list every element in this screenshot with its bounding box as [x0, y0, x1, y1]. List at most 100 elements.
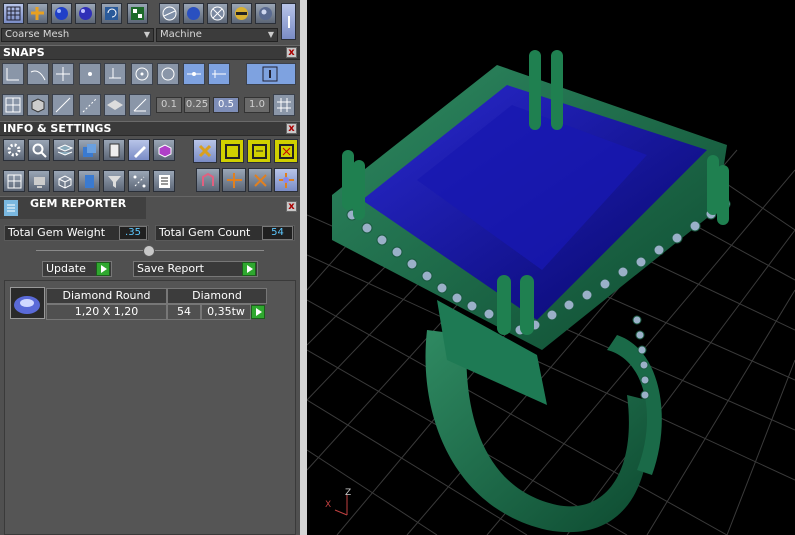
close-icon[interactable]: x — [286, 201, 297, 212]
book-button[interactable] — [78, 170, 100, 192]
material-button[interactable] — [153, 139, 175, 161]
snap-intersect-button[interactable] — [52, 63, 74, 85]
tool-a-button[interactable] — [193, 139, 217, 163]
cube-icon — [31, 98, 45, 113]
snap-center-button[interactable] — [131, 63, 153, 85]
tool-g-button[interactable] — [248, 168, 272, 192]
grid-settings-button[interactable] — [273, 94, 295, 116]
measure-angle-button[interactable] — [129, 94, 151, 116]
sphere-purple-button[interactable] — [75, 3, 96, 24]
info-settings-header[interactable]: INFO & SETTINGS x — [0, 121, 300, 136]
layout-button[interactable] — [127, 3, 148, 24]
frame-arrow-icon — [252, 144, 267, 159]
snap-step-3[interactable]: 1.0 — [244, 97, 270, 113]
snap-step-0[interactable]: 0.1 — [156, 97, 182, 113]
grid-mesh-button[interactable] — [3, 3, 24, 24]
measure-plane-button[interactable] — [104, 94, 126, 116]
gem-reporter-header[interactable]: GEM REPORTER x — [0, 196, 300, 219]
plane-icon — [107, 100, 123, 110]
render-sphere-button[interactable] — [255, 3, 276, 24]
save-report-go-icon[interactable] — [242, 262, 256, 276]
total-gem-count-value: 54 — [262, 226, 293, 240]
snap-curve-button[interactable] — [27, 63, 49, 85]
close-icon[interactable]: x — [286, 123, 297, 134]
snap-quad-button[interactable] — [157, 63, 179, 85]
snap-grid-button[interactable] — [183, 63, 205, 85]
ring-render — [307, 50, 795, 535]
panel-toggle-button[interactable] — [281, 3, 296, 40]
top-toolbar — [0, 0, 300, 40]
snap-point-button[interactable] — [79, 63, 101, 85]
curve-snap-icon — [30, 70, 46, 81]
settings-button[interactable] — [3, 139, 25, 161]
document-button[interactable] — [103, 139, 125, 161]
gem-report-icon — [4, 200, 18, 216]
view-grid-button[interactable] — [2, 94, 24, 116]
boxes-button[interactable] — [78, 139, 100, 161]
snap-toggle-button[interactable] — [246, 63, 296, 85]
tool-b-button[interactable] — [220, 139, 244, 163]
tool-h-button[interactable] — [274, 168, 298, 192]
boxes-icon — [83, 144, 96, 157]
wireframe-sphere-button[interactable] — [159, 3, 180, 24]
gem-list: Diamond Round Diamond 1,20 X 1,20 54 0,3… — [4, 280, 296, 535]
save-report-button[interactable]: Save Report — [133, 261, 258, 277]
tool-f-button[interactable] — [222, 168, 246, 192]
funnel-icon — [108, 176, 121, 188]
tool-e-button[interactable] — [196, 168, 220, 192]
sphere-shaded-button[interactable] — [51, 3, 72, 24]
gem-row-go-icon[interactable] — [251, 305, 265, 319]
measure-diagonal-button[interactable] — [79, 94, 101, 116]
solid-sphere-button[interactable] — [183, 3, 204, 24]
gem-thumbnail[interactable] — [10, 287, 45, 319]
panel-divider[interactable] — [300, 0, 307, 535]
xray-sphere-button[interactable] — [207, 3, 228, 24]
snap-step-1[interactable]: 0.25 — [184, 97, 210, 113]
monitor-button[interactable] — [28, 170, 50, 192]
axis-gizmo — [334, 495, 348, 516]
tool-d-button[interactable] — [274, 139, 298, 163]
splitter-handle[interactable] — [143, 245, 155, 257]
mesh-quality-select[interactable]: Coarse Mesh ▼ — [1, 28, 154, 42]
gem-count-cell: 54 — [167, 304, 201, 320]
report-sheet-button[interactable] — [153, 170, 175, 192]
snaps-header[interactable]: SNAPS x — [0, 45, 300, 60]
ortho-snap-icon — [212, 70, 226, 78]
refresh-view-button[interactable] — [101, 3, 122, 24]
close-icon[interactable]: x — [286, 47, 297, 58]
notes-button[interactable] — [128, 139, 150, 161]
view-cube-button[interactable] — [27, 94, 49, 116]
inspect-button[interactable] — [28, 139, 50, 161]
rotate-arrows-icon — [254, 174, 267, 187]
snap-toggle-icon — [262, 66, 278, 82]
filter-button[interactable] — [103, 170, 125, 192]
tangent-snap-icon — [109, 68, 121, 79]
snap-corner-button[interactable] — [2, 63, 24, 85]
points-icon — [133, 175, 146, 188]
tool-c-button[interactable] — [247, 139, 271, 163]
purple-sphere-icon — [79, 7, 92, 20]
snap-ortho-button[interactable] — [208, 63, 230, 85]
total-gem-weight-label: Total Gem Weight — [8, 226, 106, 239]
layers-button[interactable] — [53, 139, 75, 161]
snap-tangent-button[interactable] — [104, 63, 126, 85]
gear-icon — [7, 143, 21, 157]
refresh-icon — [105, 7, 118, 20]
gold-sphere-button[interactable] — [231, 3, 252, 24]
update-go-icon[interactable] — [96, 262, 110, 276]
snap-step-2[interactable]: 0.5 — [213, 97, 239, 113]
angle-icon — [133, 98, 147, 112]
measure-line-button[interactable] — [52, 94, 74, 116]
move-gem-icon — [279, 173, 294, 188]
render-mode-value: Machine — [160, 29, 202, 40]
gold-sphere-icon — [235, 7, 248, 20]
render-mode-select[interactable]: Machine ▼ — [156, 28, 278, 42]
pencil-icon — [134, 146, 146, 158]
document-icon — [109, 143, 120, 158]
bounding-box-button[interactable] — [53, 170, 75, 192]
total-gem-count-label: Total Gem Count — [159, 226, 251, 239]
viewports-button[interactable] — [3, 170, 25, 192]
add-object-button[interactable] — [27, 3, 48, 24]
select-points-button[interactable] — [128, 170, 150, 192]
3d-viewport[interactable]: Z X — [307, 0, 795, 535]
